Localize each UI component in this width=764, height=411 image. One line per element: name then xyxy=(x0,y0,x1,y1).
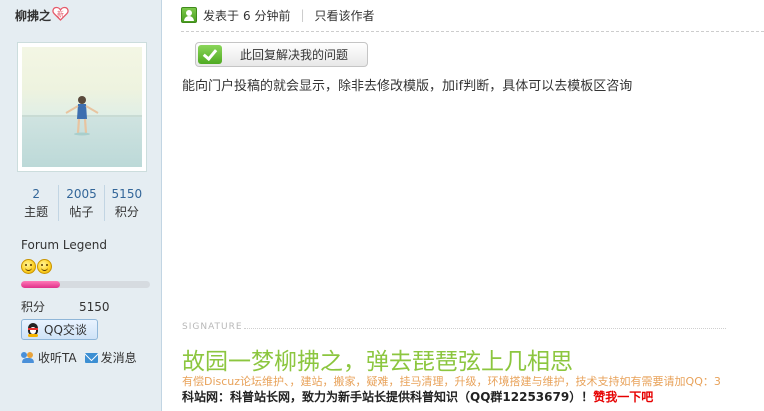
posted-prefix: 发表于 xyxy=(203,8,240,23)
post-header: 发表于 6 分钟前 | 只看该作者 xyxy=(181,6,375,24)
follow-button[interactable]: 收听TA xyxy=(21,349,77,366)
new-user-heart-icon: 新 xyxy=(52,6,69,21)
person-figure-icon xyxy=(65,96,99,136)
credit-label: 积分 xyxy=(21,300,46,314)
signature-like-link[interactable]: 赞我一下吧 xyxy=(593,390,653,404)
rank-stars xyxy=(21,259,52,274)
author-sidebar: 柳拂之 新 2 主题 2005 帖子 5150 积分 Forum Legend … xyxy=(0,0,162,411)
author-name[interactable]: 柳拂之 xyxy=(15,7,51,24)
avatar-photo xyxy=(22,47,142,167)
send-message-label: 发消息 xyxy=(100,351,137,365)
follow-users-icon xyxy=(21,351,35,364)
posted-time: 6 分钟前 xyxy=(243,8,291,23)
solved-my-problem-button[interactable]: 此回复解决我的问题 xyxy=(195,42,368,67)
only-author-link[interactable]: 只看该作者 xyxy=(315,7,375,24)
stat-value: 2005 xyxy=(66,187,97,201)
qq-chat-button[interactable]: QQ交谈 xyxy=(21,319,98,340)
author-actions: 收听TA 发消息 xyxy=(21,349,137,366)
mail-icon xyxy=(84,352,98,363)
stat-label: 积分 xyxy=(114,205,139,219)
stat-threads[interactable]: 2 主题 xyxy=(14,185,58,221)
stat-label: 主题 xyxy=(24,205,49,219)
user-group-title[interactable]: Forum Legend xyxy=(21,238,107,252)
stat-label: 帖子 xyxy=(69,205,94,219)
stat-credits[interactable]: 5150 积分 xyxy=(103,185,149,221)
follow-label: 收听TA xyxy=(38,351,77,365)
signature-title: 故园一梦柳拂之，弹去琵琶弦上几相思 xyxy=(182,349,573,375)
stat-value: 2 xyxy=(32,187,40,201)
signature-divider xyxy=(244,328,726,329)
user-online-icon xyxy=(181,7,197,23)
credit-row: 积分 5150 xyxy=(21,298,110,315)
author-stats: 2 主题 2005 帖子 5150 积分 xyxy=(14,185,149,221)
qq-chat-label: QQ交谈 xyxy=(44,323,87,337)
send-message-button[interactable]: 发消息 xyxy=(84,349,137,366)
smiley-rank-icon xyxy=(21,259,36,274)
signature-subtitle[interactable]: 有偿Discuz论坛维护、，建站，搬家，疑难，挂马清理，升级，环境搭建与维护，技… xyxy=(182,373,764,389)
stat-value: 5150 xyxy=(111,187,143,201)
stat-posts[interactable]: 2005 帖子 xyxy=(58,185,103,221)
signature-label: SIGNATURE xyxy=(182,322,243,332)
avatar[interactable] xyxy=(17,42,147,172)
solved-button-label: 此回复解决我的问题 xyxy=(240,48,349,62)
signature-bottom-text: 科站网：科普站长网，致力为新手站长提供科普知识（QQ群12253679）！ xyxy=(182,390,594,404)
credit-value: 5150 xyxy=(79,300,110,314)
credit-progress-fill xyxy=(21,281,60,288)
smiley-rank-icon xyxy=(37,259,52,274)
svg-text:新: 新 xyxy=(57,10,64,19)
divider: | xyxy=(300,8,305,22)
header-divider xyxy=(181,31,764,32)
credit-progress-bar xyxy=(21,281,150,288)
post-content: 能向门户投稿的就会显示，除非去修改模版，加if判断，具体可以去模板区咨询 xyxy=(182,79,633,94)
signature-bottom-line: 科站网：科普站长网，致力为新手站长提供科普知识（QQ群12253679）！赞我一… xyxy=(182,388,653,405)
checkmark-icon xyxy=(198,45,222,64)
qq-penguin-icon xyxy=(26,322,40,337)
